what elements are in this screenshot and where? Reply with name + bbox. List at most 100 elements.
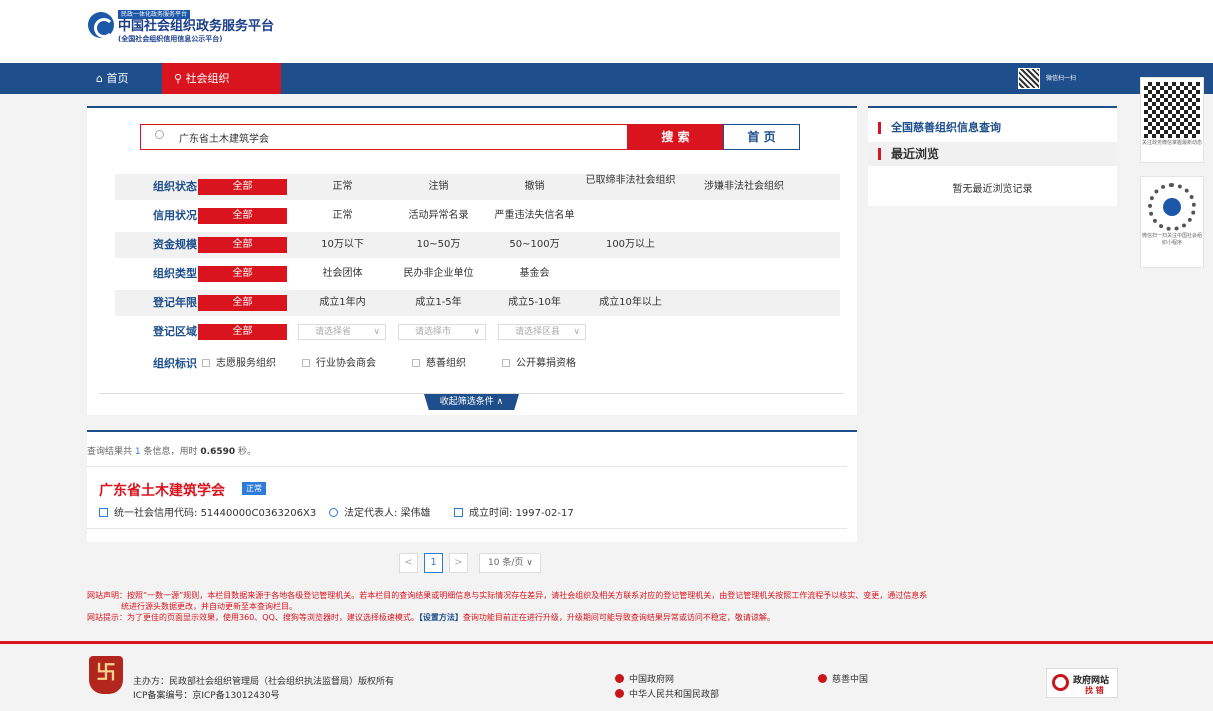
filter-label: 登记年限 [153, 296, 197, 309]
mark-checkbox-fundraising[interactable]: 公开募捐资格 [502, 351, 576, 377]
mark-checkbox-association[interactable]: 行业协会商会 [302, 351, 376, 377]
logo-badge: 民政一体化政务服务平台 [118, 10, 191, 19]
org-tree-icon: ⚲ [174, 72, 183, 85]
user-icon [329, 508, 338, 517]
filter-option[interactable]: 严重违法失信名单 [487, 203, 582, 229]
filter-option[interactable]: 活动异常名录 [391, 203, 486, 229]
city-select[interactable]: 请选择市 ∨ [398, 324, 486, 340]
filter-option[interactable]: 50~100万 [487, 232, 582, 258]
filter-option[interactable]: 民办非企业单位 [391, 261, 486, 287]
party-emblem-logo[interactable]: 卐 [89, 656, 123, 694]
filter-all-button[interactable]: 全部 [198, 237, 287, 253]
page-size-select[interactable]: 10 条/页 ∨ [479, 553, 541, 573]
next-page-button[interactable]: > [449, 553, 468, 573]
home-button[interactable]: 首 页 [723, 124, 800, 150]
result-credit-code: 统一社会信用代码: 51440000C0363206X3 [99, 504, 316, 519]
checkbox-icon [202, 359, 210, 367]
link-charity-china[interactable]: 慈善中国 [818, 672, 868, 685]
qr-caption: 关注政务微信掌握最新动态 [1141, 140, 1202, 146]
divider [87, 466, 847, 467]
filter-all-button[interactable]: 全部 [198, 266, 287, 282]
city-select-value: 请选择市 [415, 327, 452, 337]
qr-code-icon [1144, 82, 1200, 138]
filter-option[interactable]: 社会团体 [295, 261, 390, 287]
filter-label: 组织类型 [153, 267, 197, 280]
filter-row-status: 组织状态 全部 正常 注销 撤销 已取缔非法社会组织 涉嫌非法社会组织 [115, 174, 840, 200]
province-select-value: 请选择省 [315, 327, 352, 337]
filter-row-years: 登记年限 全部 成立1年内 成立1-5年 成立5-10年 成立10年以上 [115, 290, 840, 316]
result-org-name[interactable]: 广东省土木建筑学会 [99, 480, 225, 500]
filter-row-region: 登记区域 全部 请选择省 ∨ 请选择市 ∨ 请选择区县 ∨ [115, 319, 840, 345]
emblem-icon [615, 674, 624, 683]
chevron-down-icon: ∨ [526, 558, 533, 568]
search-icon [155, 130, 164, 139]
filter-option[interactable]: 成立1-5年 [391, 290, 486, 316]
link-gov-cn[interactable]: 中国政府网 [615, 672, 674, 685]
footer-icp[interactable]: ICP备案编号：京ICP备13012430号 [133, 688, 280, 701]
search-box [140, 124, 628, 150]
site-notice: 网站声明：按照“一数一源”规则，本栏目数据来源于各地各级登记管理机关。若本栏目的… [87, 591, 928, 622]
filter-option[interactable]: 撤销 [487, 174, 582, 200]
filter-option[interactable]: 成立1年内 [295, 290, 390, 316]
filter-option[interactable]: 正常 [295, 203, 390, 229]
mark-checkbox-charity[interactable]: 慈善组织 [412, 351, 466, 377]
divider [99, 393, 844, 394]
chevron-up-icon: ∧ [496, 397, 504, 407]
chevron-down-icon: ∨ [373, 327, 380, 337]
mark-checkbox-volunteer[interactable]: 志愿服务组织 [202, 351, 276, 377]
filter-row-marks: 组织标识 志愿服务组织 行业协会商会 慈善组织 公开募捐资格 [115, 351, 840, 377]
filter-option[interactable]: 100万以上 [583, 232, 678, 258]
filter-all-button[interactable]: 全部 [198, 295, 287, 311]
search-button[interactable]: 搜 索 [628, 124, 723, 150]
nav-home[interactable]: ⌂ 首页 [96, 63, 128, 94]
status-badge: 正常 [242, 482, 266, 495]
book-icon [99, 508, 108, 517]
pagination: < 1 > 10 条/页 ∨ [0, 553, 1213, 573]
nav-org-label: 社会组织 [185, 72, 230, 85]
nav-social-org[interactable]: ⚲ 社会组织 [162, 63, 281, 94]
province-select[interactable]: 请选择省 ∨ [298, 324, 386, 340]
chevron-down-icon: ∨ [473, 327, 480, 337]
checkbox-icon [302, 359, 310, 367]
logo-emblem-icon [88, 12, 114, 38]
filter-option[interactable]: 成立10年以上 [583, 290, 678, 316]
site-title: 中国社会组织政务服务平台 [118, 19, 275, 34]
link-mca[interactable]: 中华人民共和国民政部 [615, 687, 719, 700]
checkbox-icon [502, 359, 510, 367]
filter-option[interactable]: 基金会 [487, 261, 582, 287]
filter-option[interactable]: 正常 [295, 174, 390, 200]
filter-row-credit: 信用状况 全部 正常 活动异常名录 严重违法失信名单 [115, 203, 840, 229]
divider [87, 528, 847, 529]
site-logo[interactable]: 民政一体化政务服务平台 中国社会组织政务服务平台 (全国社会组织信用信息公示平台… [88, 6, 274, 44]
prev-page-button[interactable]: < [399, 553, 418, 573]
settings-method-link[interactable]: 【设置方法】 [419, 613, 463, 622]
nav-home-label: 首页 [106, 72, 129, 85]
filter-option[interactable]: 成立5-10年 [487, 290, 582, 316]
filter-label: 组织标识 [153, 357, 197, 370]
magnifier-icon [1052, 674, 1069, 691]
footer: 卐 主办方：民政部社会组织管理局（社会组织执法监督局）版权所有 ICP备案编号：… [0, 641, 1213, 711]
filter-option[interactable]: 涉嫌非法社会组织 [689, 174, 799, 200]
calendar-icon [454, 508, 463, 517]
filter-label: 登记区域 [153, 325, 197, 338]
filter-label: 信用状况 [153, 209, 197, 222]
filter-option[interactable]: 10万以下 [295, 232, 390, 258]
wechat-qr-icon[interactable] [1018, 68, 1040, 89]
filter-option[interactable]: 注销 [391, 174, 486, 200]
charity-query-link[interactable]: 全国慈善组织信息查询 [878, 122, 1001, 134]
footer-host: 主办方：民政部社会组织管理局（社会组织执法监督局）版权所有 [133, 677, 395, 687]
results-panel: 查询结果共 1 条信息，用时 0.6590 秒。 广东省土木建筑学会 正常 统一… [87, 430, 857, 542]
mini-program-qr: 微信扫一扫关注中国社会组织小程序 [1140, 176, 1204, 268]
recent-heading: 最近浏览 [868, 142, 1117, 166]
page-number-button[interactable]: 1 [424, 553, 443, 573]
district-select[interactable]: 请选择区县 ∨ [498, 324, 586, 340]
filter-option[interactable]: 已取缔非法社会组织 [583, 175, 678, 187]
filter-all-button[interactable]: 全部 [198, 324, 287, 340]
home-icon: ⌂ [96, 72, 103, 85]
search-input[interactable] [179, 125, 619, 149]
filter-all-button[interactable]: 全部 [198, 208, 287, 224]
filter-all-button[interactable]: 全部 [198, 179, 287, 195]
gov-site-error-report[interactable]: 政府网站 找 错 [1046, 668, 1118, 698]
filter-option[interactable]: 10~50万 [391, 232, 486, 258]
collapse-filters-button[interactable]: 收起筛选条件 ∧ [424, 394, 519, 410]
